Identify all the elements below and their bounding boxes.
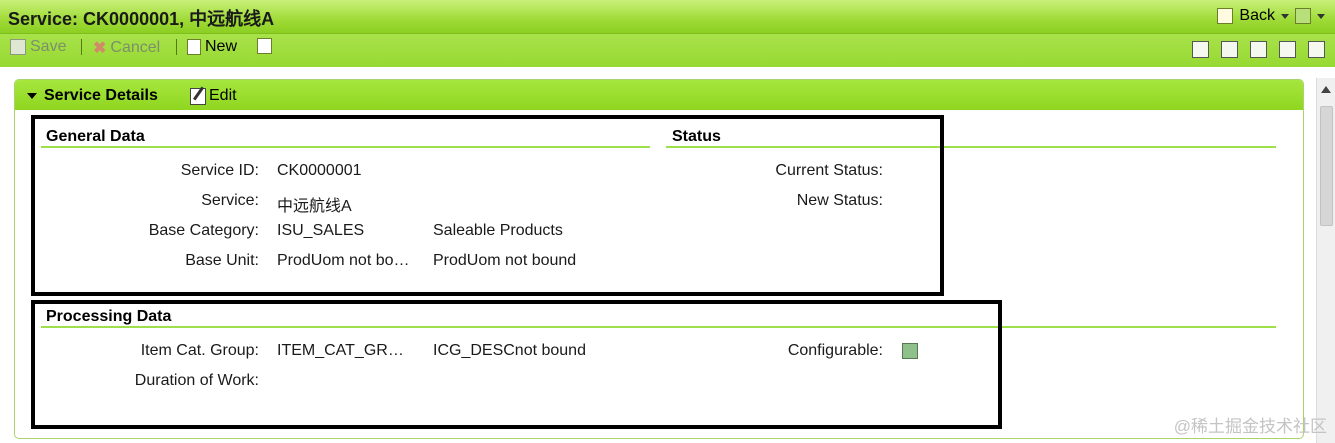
back-control[interactable]: Back (1217, 7, 1325, 25)
scrollbar-thumb[interactable] (1320, 106, 1333, 226)
new-button[interactable]: New (187, 38, 237, 56)
main-area: Service Details Edit General Data Servic… (0, 67, 1335, 443)
page-title: Service: CK0000001, 中远航线A (8, 9, 275, 29)
panel-title: Service Details (44, 87, 158, 104)
new-document-icon (187, 39, 201, 55)
forward-dropdown-icon[interactable] (1317, 13, 1325, 19)
edit-button[interactable]: Edit (190, 87, 237, 105)
cancel-button[interactable]: ✖ Cancel (93, 38, 160, 58)
forward-icon[interactable] (1295, 8, 1311, 24)
toolbar-divider (176, 39, 177, 55)
back-icon[interactable] (1217, 8, 1234, 24)
watermark: @稀土掘金技术社区 (1173, 417, 1327, 436)
cancel-label: Cancel (110, 39, 161, 56)
edit-label: Edit (209, 87, 237, 104)
back-button[interactable]: Back (1239, 7, 1275, 25)
toolbar-right (1192, 41, 1325, 58)
print-icon[interactable] (1308, 41, 1325, 58)
toolbar-divider (81, 39, 82, 55)
edit-icon (190, 87, 206, 105)
save-icon (10, 39, 26, 55)
save-label: Save (30, 38, 67, 55)
tools-icon[interactable] (1279, 41, 1296, 58)
toolbar: Save ✖ Cancel New (0, 34, 1335, 67)
document-icon[interactable] (1250, 41, 1267, 58)
settings-icon[interactable] (1192, 41, 1209, 58)
title-bar: Service: CK0000001, 中远航线A Back (0, 0, 1335, 34)
scroll-up-icon[interactable] (1321, 86, 1331, 93)
vertical-scrollbar[interactable] (1316, 78, 1335, 443)
panel-header: Service Details Edit (15, 80, 1303, 110)
collapse-icon[interactable] (27, 93, 37, 99)
save-button[interactable]: Save (10, 38, 66, 56)
copy-button[interactable] (257, 38, 272, 54)
cancel-icon: ✖ (93, 40, 107, 57)
processing-highlight-frame (31, 300, 1002, 429)
back-dropdown-icon[interactable] (1281, 13, 1289, 19)
new-window-icon[interactable] (1221, 41, 1238, 58)
panel-toggle[interactable]: Service Details (27, 87, 158, 105)
copy-icon (257, 38, 272, 54)
general-status-highlight-frame (31, 115, 944, 296)
new-label: New (205, 38, 238, 55)
